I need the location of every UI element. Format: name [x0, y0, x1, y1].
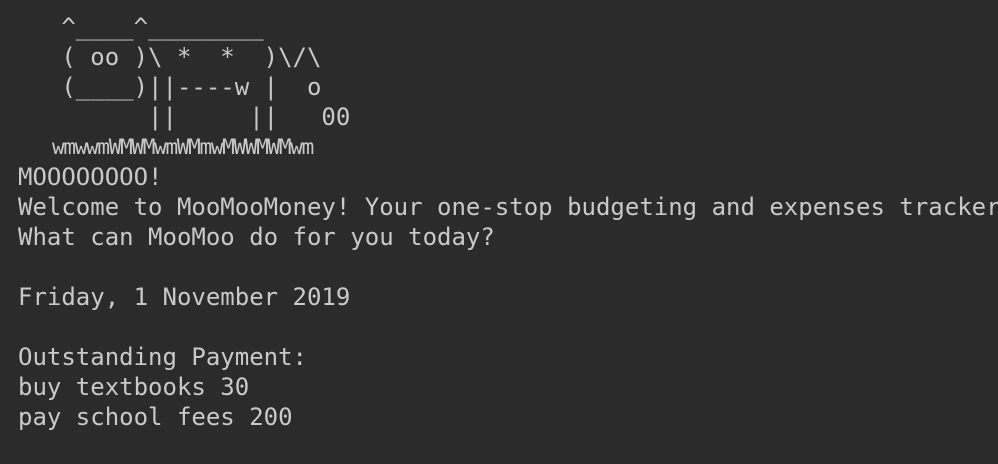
greeting-text: MOOOOOOOO!: [18, 163, 163, 191]
ascii-cow-line-3: (____)||----w | o: [18, 73, 322, 101]
outstanding-payment-header: Outstanding Payment:: [18, 343, 307, 371]
ascii-cow-grass: wmwwmWMWMwmWMmwMWWMWMwm: [18, 135, 314, 159]
date-text: Friday, 1 November 2019: [18, 283, 351, 311]
payment-item: buy textbooks 30: [18, 373, 250, 401]
terminal-window: ^____^________ ( oo )\ * * )\/\ (____)||…: [0, 0, 998, 464]
payment-item: pay school fees 200: [18, 403, 293, 431]
ascii-cow-line-1: ^____^________: [18, 13, 264, 41]
welcome-text: Welcome to MooMooMoney! Your one-stop bu…: [18, 193, 998, 221]
prompt-text: What can MooMoo do for you today?: [18, 223, 495, 251]
ascii-cow-line-4: || || 00: [18, 103, 351, 131]
ascii-cow-line-2: ( oo )\ * * )\/\: [18, 43, 322, 71]
